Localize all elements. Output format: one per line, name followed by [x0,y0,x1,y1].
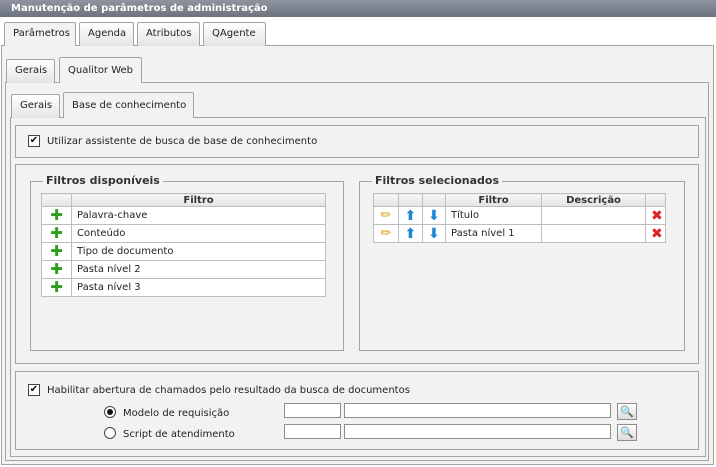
script-atendimento-label: Script de atendimento [123,429,235,440]
filter-cell: Tipo de documento [71,242,326,261]
radio-dot [107,409,113,415]
table-row: ✚ Conteúdo [41,224,326,243]
selected-filter-cell: Título [445,206,542,225]
subtab-gerais[interactable]: Gerais [6,59,55,83]
radio-script-atendimento[interactable] [104,427,116,439]
filter-cell: Palavra-chave [71,206,326,225]
filter-cell: Pasta nível 2 [71,260,326,279]
pencil-icon[interactable]: ✏ [381,226,392,241]
table-row: ✏ ⬆ ⬇ Pasta nível 1 ✖ [373,224,666,243]
up-header [398,193,423,207]
modelo-code-input[interactable] [284,403,341,418]
plus-icon[interactable]: ✚ [50,226,63,242]
selected-description-header: Descrição [541,193,646,207]
table-row: ✚ Pasta nível 2 [41,260,326,279]
tab-qagente[interactable]: QAgente [203,22,266,46]
table-row: ✚ Pasta nível 3 [41,278,326,297]
arrow-up-icon[interactable]: ⬆ [405,226,417,242]
delete-header [645,193,666,207]
selected-filters-legend: Filtros selecionados [372,174,502,187]
selected-description-cell [541,206,646,225]
arrow-up-icon[interactable]: ⬆ [405,208,417,224]
down-header [422,193,446,207]
modelo-requisicao-label: Modelo de requisição [123,408,230,419]
assistant-label: Utilizar assistente de busca de base de … [47,136,318,147]
selected-description-cell [541,224,646,243]
plus-icon[interactable]: ✚ [50,208,63,224]
selected-filters-table: Filtro Descrição ✏ ⬆ ⬇ Título ✖ ✏ ⬆ ⬇ Pa… [373,193,666,243]
modelo-description-input[interactable] [344,403,611,418]
delete-icon[interactable]: ✖ [651,226,663,242]
table-row: ✚ Palavra-chave [41,206,326,225]
plus-icon[interactable]: ✚ [50,262,63,278]
window-title: Manutenção de parâmetros de administraçã… [0,0,716,17]
tickets-label: Habilitar abertura de chamados pelo resu… [47,385,410,396]
filter-cell: Conteúdo [71,224,326,243]
pencil-icon[interactable]: ✏ [381,208,392,223]
radio-modelo-requisicao[interactable] [104,406,116,418]
table-row: ✏ ⬆ ⬇ Título ✖ [373,206,666,225]
filter-cell: Pasta nível 3 [71,278,326,297]
available-filter-header: Filtro [71,193,326,207]
script-search-button[interactable]: 🔍 [617,424,637,441]
available-icon-header [41,193,72,207]
assistant-checkbox[interactable]: ✔ [28,135,40,147]
table-row: ✚ Tipo de documento [41,242,326,261]
plus-icon[interactable]: ✚ [50,280,63,296]
available-filters-table: Filtro ✚ Palavra-chave ✚ Conteúdo ✚ Tipo… [41,193,326,297]
available-filters-legend: Filtros disponíveis [43,174,163,187]
script-description-input[interactable] [344,424,611,439]
tab-parametros[interactable]: Parâmetros [4,22,76,46]
selected-filter-header: Filtro [445,193,542,207]
modelo-search-button[interactable]: 🔍 [617,403,637,420]
tab-atributos[interactable]: Atributos [137,22,200,46]
edit-header [373,193,399,207]
arrow-down-icon[interactable]: ⬇ [428,226,440,242]
selected-filter-cell: Pasta nível 1 [445,224,542,243]
tab-agenda[interactable]: Agenda [79,22,134,46]
arrow-down-icon[interactable]: ⬇ [428,208,440,224]
search-icon: 🔍 [620,426,634,439]
search-icon: 🔍 [620,405,634,418]
tickets-checkbox[interactable]: ✔ [28,384,40,396]
subtab-qualitor-web[interactable]: Qualitor Web [59,57,142,83]
innertab-gerais[interactable]: Gerais [11,94,60,118]
script-code-input[interactable] [284,424,341,439]
plus-icon[interactable]: ✚ [50,244,63,260]
innertab-base-conhecimento[interactable]: Base de conhecimento [63,92,194,118]
delete-icon[interactable]: ✖ [651,208,663,224]
